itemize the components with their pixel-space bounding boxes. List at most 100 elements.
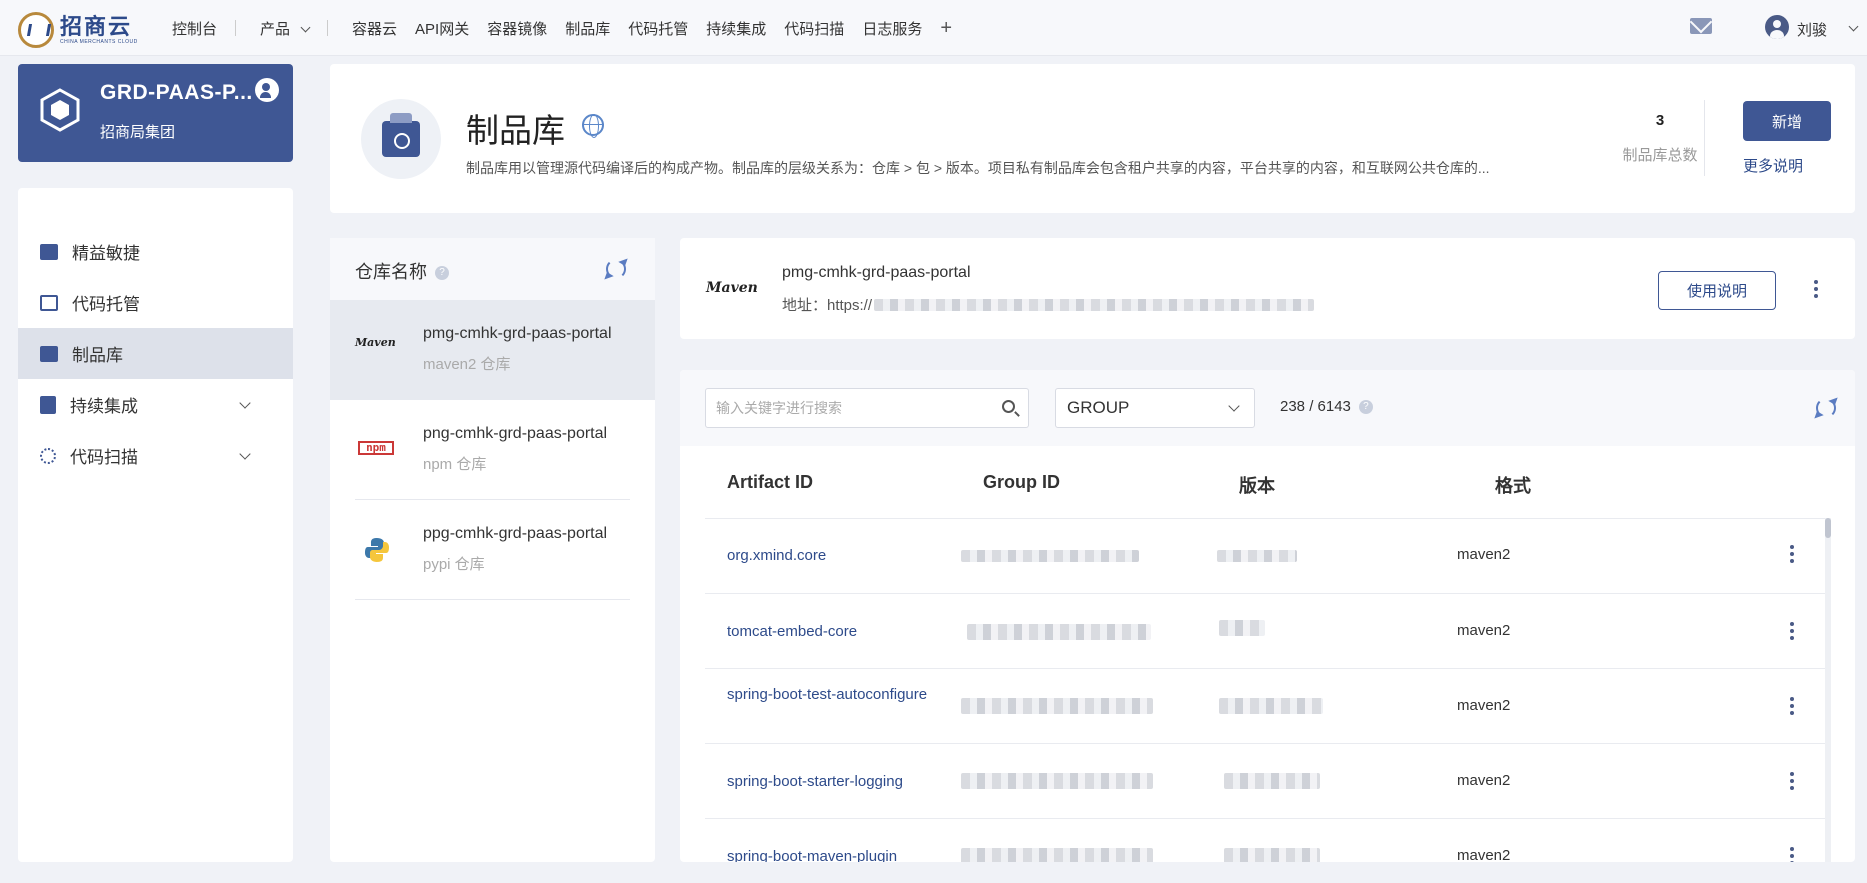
nav-code-hosting[interactable]: 代码托管: [628, 18, 688, 39]
repo-name: png-cmhk-grd-paas-portal: [423, 425, 608, 442]
sidebar-item-ci[interactable]: 持续集成: [18, 379, 293, 430]
ci-icon: [40, 395, 56, 414]
nav-products[interactable]: 产品: [260, 18, 311, 39]
repo-info-name: pmg-cmhk-grd-paas-portal: [782, 264, 971, 281]
more-vertical-icon[interactable]: [1790, 772, 1794, 776]
more-vertical-icon[interactable]: [1814, 280, 1818, 284]
top-nav-bar: 招商云 CHINA MERCHANTS CLOUD 控制台 产品 容器云 API…: [0, 0, 1867, 56]
repo-address-label: 地址：https://: [782, 297, 873, 314]
new-button[interactable]: 新增: [1743, 101, 1831, 141]
more-info-link[interactable]: 更多说明: [1743, 155, 1803, 176]
page-description: 制品库用以管理源代码编译后的构成产物。制品库的层级关系为：仓库 > 包 > 版本…: [466, 160, 1490, 176]
redacted-version: [1219, 698, 1323, 714]
search-icon[interactable]: [1002, 400, 1015, 413]
artifact-id-link[interactable]: tomcat-embed-core: [727, 621, 937, 642]
help-icon[interactable]: ?: [1358, 400, 1373, 415]
redacted-version: [1219, 620, 1265, 636]
table-scrollbar[interactable]: [1825, 518, 1831, 862]
chevron-down-icon: [239, 448, 251, 460]
sidebar-item-label: 精益敏捷: [72, 244, 140, 263]
sidebar-item-label: 制品库: [72, 346, 123, 365]
project-card[interactable]: GRD-PAAS-P... 招商局集团: [18, 64, 293, 162]
table-row[interactable]: spring-boot-test-autoconfigure maven2: [705, 668, 1830, 743]
maven-logo-icon: Maven: [706, 280, 758, 296]
help-icon[interactable]: ?: [435, 266, 449, 281]
artifact-counter-value: 238 / 6143: [1280, 398, 1351, 415]
group-select[interactable]: GROUP: [1055, 388, 1255, 428]
avatar[interactable]: [1765, 15, 1789, 39]
scrollbar-thumb[interactable]: [1825, 518, 1831, 538]
usage-guide-button[interactable]: 使用说明: [1658, 271, 1776, 310]
table-row[interactable]: spring-boot-starter-logging maven2: [705, 743, 1830, 818]
refresh-icon[interactable]: [1816, 398, 1836, 418]
nav-log-service[interactable]: 日志服务: [862, 18, 922, 39]
repo-address[interactable]: 地址：https://: [782, 294, 1315, 315]
artifact-id-link[interactable]: spring-boot-maven-plugin: [727, 846, 987, 862]
table-row[interactable]: tomcat-embed-core maven2: [705, 593, 1830, 668]
project-org: 招商局集团: [100, 124, 176, 141]
refresh-icon[interactable]: [606, 259, 626, 279]
nav-console[interactable]: 控制台: [172, 18, 217, 39]
search-input[interactable]: [706, 389, 986, 427]
repo-item[interactable]: Maven pmg-cmhk-grd-paas-portal maven2 仓库: [330, 300, 655, 400]
main-nav: 控制台 产品 容器云 API网关 容器镜像 制品库 代码托管 持续集成 代码扫描…: [172, 0, 970, 56]
sidebar-item-label: 代码扫描: [70, 448, 138, 467]
more-vertical-icon[interactable]: [1790, 847, 1794, 851]
artifact-table-card: GROUP 238 / 6143? Artifact ID Group ID 版…: [680, 370, 1855, 862]
format-cell: maven2: [1457, 622, 1511, 639]
sidebar-item-code-scan[interactable]: 代码扫描: [18, 430, 293, 481]
artifact-counter: 238 / 6143?: [1280, 398, 1373, 415]
repo-name: pmg-cmhk-grd-paas-portal: [423, 325, 612, 342]
mail-icon[interactable]: [1690, 18, 1712, 34]
repo-list-header: 仓库名称?: [330, 238, 655, 300]
redacted-group-id: [961, 848, 1153, 862]
more-vertical-icon[interactable]: [1790, 545, 1794, 549]
chevron-down-icon: [1228, 400, 1240, 412]
artifact-id-link[interactable]: spring-boot-starter-logging: [727, 771, 987, 792]
nav-container-registry[interactable]: 容器镜像: [487, 18, 547, 39]
add-nav-icon[interactable]: +: [940, 17, 952, 40]
sidebar-item-agile[interactable]: 精益敏捷: [18, 226, 293, 277]
repo-total-count: 3: [1655, 112, 1665, 129]
repo-list: 仓库名称? Maven pmg-cmhk-grd-paas-portal mav…: [330, 238, 655, 862]
repo-list-title: 仓库名称?: [355, 258, 449, 284]
repo-list-title-text: 仓库名称: [355, 262, 427, 282]
more-vertical-icon[interactable]: [1790, 697, 1794, 701]
logo[interactable]: 招商云 CHINA MERCHANTS CLOUD: [18, 12, 138, 48]
user-name[interactable]: 刘骏: [1797, 19, 1827, 40]
maven-logo-icon: Maven: [355, 336, 396, 349]
table-row[interactable]: spring-boot-maven-plugin maven2: [705, 818, 1830, 862]
project-name: GRD-PAAS-P...: [100, 81, 253, 104]
repo-item[interactable]: npm png-cmhk-grd-paas-portal npm 仓库: [330, 400, 655, 500]
repo-info-card: Maven pmg-cmhk-grd-paas-portal 地址：https:…: [680, 238, 1855, 339]
more-vertical-icon[interactable]: [1790, 622, 1794, 626]
column-header-format: 格式: [1495, 476, 1531, 496]
python-logo-icon: [365, 538, 389, 562]
chevron-down-icon[interactable]: [1848, 21, 1859, 32]
nav-ci[interactable]: 持续集成: [706, 18, 766, 39]
nav-artifact-repo[interactable]: 制品库: [565, 18, 610, 39]
artifact-id-link[interactable]: org.xmind.core: [727, 545, 937, 566]
board-icon: [40, 243, 58, 260]
table-row[interactable]: org.xmind.core maven2: [705, 518, 1830, 593]
search-box[interactable]: [705, 388, 1029, 428]
artifact-id-link[interactable]: spring-boot-test-autoconfigure: [727, 684, 937, 705]
nav-container-cloud[interactable]: 容器云: [352, 18, 397, 39]
format-cell: maven2: [1457, 546, 1511, 563]
globe-icon[interactable]: [582, 114, 604, 138]
repo-item[interactable]: ppg-cmhk-grd-paas-portal pypi 仓库: [330, 500, 655, 600]
sidebar-item-code-hosting[interactable]: 代码托管: [18, 277, 293, 328]
chevron-down-icon: [239, 397, 251, 409]
sidebar: 精益敏捷 代码托管 制品库 持续集成 代码扫描: [18, 188, 293, 862]
nav-api-gateway[interactable]: API网关: [415, 18, 469, 39]
nav-products-label: 产品: [260, 20, 291, 38]
format-cell: maven2: [1457, 697, 1511, 714]
format-cell: maven2: [1457, 772, 1511, 789]
sidebar-item-artifact-repo[interactable]: 制品库: [18, 328, 293, 379]
nav-code-scan[interactable]: 代码扫描: [784, 18, 844, 39]
switch-project-icon[interactable]: [255, 78, 279, 102]
artifact-icon: [40, 345, 58, 362]
repo-name: ppg-cmhk-grd-paas-portal: [423, 525, 608, 542]
redacted-url: [874, 298, 1315, 311]
redacted-group-id: [961, 773, 1153, 789]
